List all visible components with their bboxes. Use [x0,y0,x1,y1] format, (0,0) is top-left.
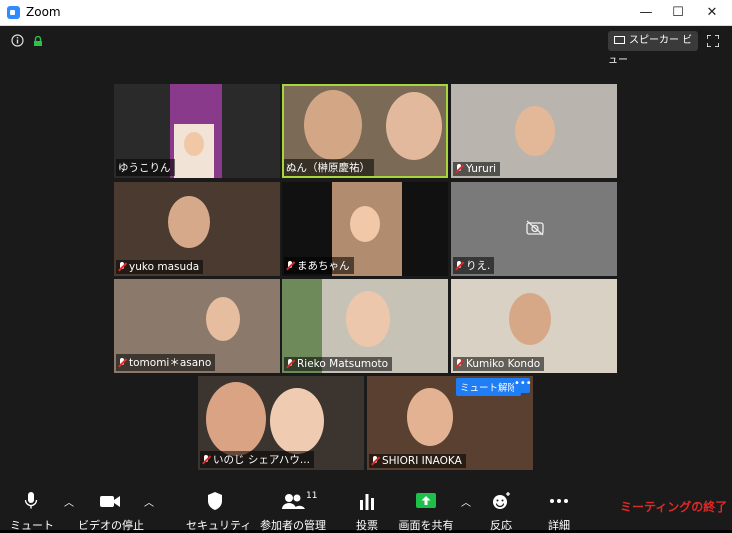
stop-video-button[interactable]: ビデオの停止 [78,490,144,533]
mute-button[interactable]: ミュート [10,490,54,533]
participants-button[interactable]: 参加者の管理 [258,490,328,533]
video-tile-active-speaker[interactable]: ぬん（榊原慶祐） [282,84,448,178]
video-tile-camera-off[interactable]: りえ. [451,182,617,276]
participants-count: 11 [306,491,318,501]
maximize-button[interactable]: ☐ [662,0,694,25]
title-bar: Zoom — ☐ ✕ [0,0,732,26]
muted-mic-icon [202,455,210,464]
participant-name: SHIORI INAOKA [369,454,466,468]
fullscreen-icon[interactable] [707,35,719,47]
microphone-icon [24,492,38,509]
participant-name: りえ. [453,257,495,274]
camera-off-icon [526,220,544,236]
minimize-button[interactable]: — [630,0,662,25]
speaker-view-icon [614,36,625,44]
video-options-caret[interactable]: ︿ [144,494,154,509]
participant-name: tomomi＊asano [116,354,216,371]
window-title: Zoom [26,5,61,19]
muted-mic-icon [455,261,463,270]
security-button[interactable]: セキュリティ [186,490,251,533]
participant-name: yuko masuda [116,260,204,274]
muted-mic-icon [455,359,463,368]
muted-mic-icon [118,262,126,271]
poll-button[interactable]: 投票 [350,490,384,533]
info-icon[interactable] [11,34,24,47]
poll-icon [360,494,374,510]
video-tile[interactable]: Rieko Matsumoto [282,279,448,373]
more-dots-icon [550,499,568,503]
muted-mic-icon [371,456,379,465]
video-tile[interactable]: yuko masuda [114,182,280,276]
participant-name: まあちゃん [284,257,354,274]
share-screen-button[interactable]: 画面を共有 [396,490,456,533]
share-options-caret[interactable]: ︿ [461,494,471,509]
speaker-view-button[interactable]: スピーカー ビュー [608,31,698,66]
audio-options-caret[interactable]: ︿ [64,494,74,509]
zoom-logo-icon [7,6,20,19]
more-button[interactable]: 詳細 [542,490,576,533]
participants-icon [282,494,305,509]
participant-name: Rieko Matsumoto [284,357,393,371]
tile-more-button[interactable]: ••• [514,378,532,393]
unmute-button[interactable]: ミュート解除 [456,378,522,396]
participant-name: Yururi [453,162,501,176]
video-camera-icon [100,496,120,507]
participant-name: いのじ シェアハウ... [200,451,314,468]
close-button[interactable]: ✕ [696,0,728,25]
end-meeting-button[interactable]: ミーティングの終了 [620,498,727,515]
muted-mic-icon [118,358,126,367]
muted-mic-icon [286,261,294,270]
video-tile[interactable]: まあちゃん [282,182,448,276]
video-tile[interactable]: tomomi＊asano [114,279,280,373]
video-tile[interactable]: Yururi [451,84,617,178]
share-screen-icon [416,493,436,508]
muted-mic-icon [286,359,294,368]
reaction-icon [493,492,510,509]
participant-name: ぬん（榊原慶祐） [284,159,374,176]
participant-name: Kumiko Kondo [453,357,545,371]
video-tile[interactable]: いのじ シェアハウ... [198,376,364,470]
participant-name: ゆうこりん [116,159,175,176]
lock-icon[interactable] [33,36,43,46]
muted-mic-icon [455,164,463,173]
reactions-button[interactable]: 反応 [484,490,518,533]
shield-icon [208,492,222,510]
video-tile[interactable]: Kumiko Kondo [451,279,617,373]
video-tile[interactable]: ゆうこりん [114,84,280,178]
